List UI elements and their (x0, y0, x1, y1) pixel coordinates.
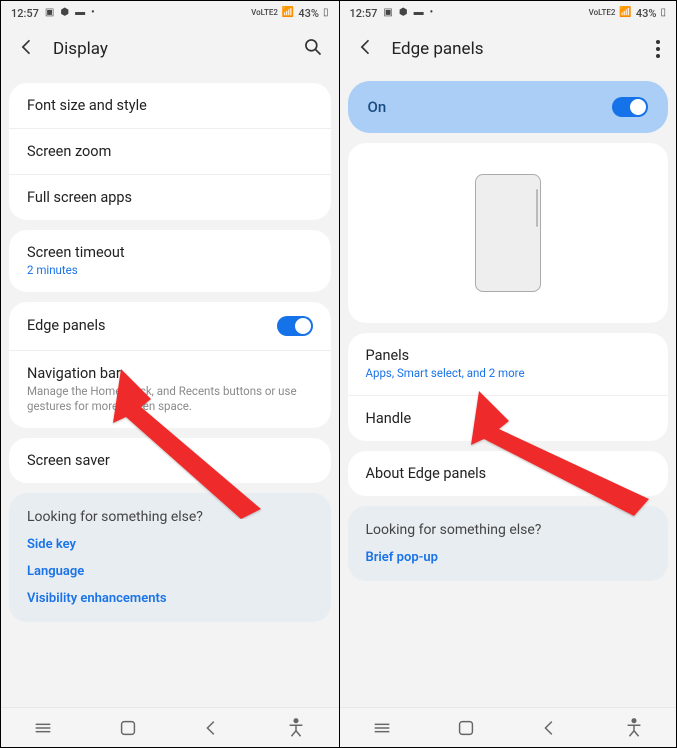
display-settings-screen: 12:57 ▣ ⬢ ▬ • VoLTE2 📶 43% ▯ Display Fon… (1, 1, 339, 747)
battery-icon: ▯ (323, 8, 329, 18)
header: Display (1, 25, 339, 73)
master-toggle[interactable]: On (348, 81, 669, 133)
accessibility-button[interactable] (623, 717, 645, 739)
nav-bar (1, 707, 339, 747)
back-button[interactable] (201, 717, 223, 739)
row-screen-saver[interactable]: Screen saver (9, 438, 331, 483)
card-looking-for: Looking for something else? Side key Lan… (9, 493, 331, 622)
row-label: Font size and style (27, 97, 147, 114)
toggle-switch[interactable] (612, 97, 648, 117)
looking-for-title: Looking for something else? (9, 493, 331, 531)
link-language[interactable]: Language (9, 558, 331, 585)
status-time: 12:57 (11, 7, 39, 20)
nav-bar (340, 707, 677, 747)
content: On Panels Apps, Smart select, and 2 more… (340, 73, 677, 707)
home-button[interactable] (455, 717, 477, 739)
lock-icon: ⬢ (399, 8, 408, 18)
row-screen-zoom[interactable]: Screen zoom (9, 129, 331, 175)
network-icon: VoLTE2 (589, 9, 616, 17)
row-edge-panels[interactable]: Edge panels (9, 302, 331, 351)
battery-text: 43% (636, 7, 657, 20)
row-label: Handle (366, 410, 412, 427)
row-sublabel: Apps, Smart select, and 2 more (366, 366, 651, 381)
back-icon[interactable] (17, 37, 37, 61)
overflow-menu-icon[interactable] (656, 40, 660, 58)
more-icon: • (91, 8, 95, 18)
row-label: Panels (366, 347, 651, 364)
row-label: Full screen apps (27, 189, 132, 206)
card-edge-nav: Edge panels Navigation bar Manage the Ho… (9, 302, 331, 428)
signal-icon: 📶 (619, 8, 631, 18)
recents-button[interactable] (371, 717, 393, 739)
looking-for-title: Looking for something else? (348, 506, 669, 544)
card-looking-for: Looking for something else? Brief pop-up (348, 506, 669, 581)
row-label: Navigation bar (27, 365, 313, 382)
page-title: Edge panels (392, 39, 484, 59)
row-label: Screen timeout (27, 244, 313, 261)
status-bar: 12:57 ▣ ⬢ ▬ • VoLTE2 📶 43% ▯ (340, 1, 677, 25)
edge-panels-toggle[interactable] (277, 316, 313, 336)
chat-icon: ▬ (75, 8, 85, 18)
card-screensaver: Screen saver (9, 438, 331, 483)
row-label: Screen saver (27, 452, 110, 469)
network-icon: VoLTE2 (251, 9, 278, 17)
status-bar: 12:57 ▣ ⬢ ▬ • VoLTE2 📶 43% ▯ (1, 1, 339, 25)
card-about: About Edge panels (348, 451, 669, 496)
recents-button[interactable] (32, 717, 54, 739)
status-time: 12:57 (350, 7, 378, 20)
row-font-size[interactable]: Font size and style (9, 83, 331, 129)
chat-icon: ▬ (414, 8, 424, 18)
link-side-key[interactable]: Side key (9, 531, 331, 558)
toggle-label: On (368, 98, 387, 116)
accessibility-button[interactable] (285, 717, 307, 739)
row-label: Screen zoom (27, 143, 111, 160)
row-fullscreen-apps[interactable]: Full screen apps (9, 175, 331, 220)
search-icon[interactable] (303, 37, 323, 61)
content: Font size and style Screen zoom Full scr… (1, 73, 339, 707)
card-timeout: Screen timeout 2 minutes (9, 230, 331, 292)
camera-icon: ▣ (383, 8, 392, 18)
row-panels[interactable]: Panels Apps, Smart select, and 2 more (348, 333, 669, 396)
battery-icon: ▯ (660, 8, 666, 18)
card-panels: Panels Apps, Smart select, and 2 more Ha… (348, 333, 669, 441)
link-visibility[interactable]: Visibility enhancements (9, 585, 331, 622)
row-about[interactable]: About Edge panels (348, 451, 669, 496)
link-brief-popup[interactable]: Brief pop-up (348, 544, 669, 581)
back-button[interactable] (539, 717, 561, 739)
signal-icon: 📶 (282, 8, 294, 18)
phone-preview-icon (475, 174, 541, 292)
row-label: Edge panels (27, 317, 105, 334)
battery-text: 43% (298, 7, 319, 20)
page-title: Display (53, 39, 108, 59)
more-icon: • (430, 8, 434, 18)
row-navigation-bar[interactable]: Navigation bar Manage the Home, Back, an… (9, 351, 331, 428)
preview-card (348, 143, 669, 323)
header: Edge panels (340, 25, 677, 73)
row-handle[interactable]: Handle (348, 396, 669, 441)
row-screen-timeout[interactable]: Screen timeout 2 minutes (9, 230, 331, 292)
camera-icon: ▣ (45, 8, 54, 18)
edge-panels-screen: 12:57 ▣ ⬢ ▬ • VoLTE2 📶 43% ▯ Edge panels… (339, 1, 677, 747)
home-button[interactable] (117, 717, 139, 739)
back-icon[interactable] (356, 37, 376, 61)
row-sublabel: 2 minutes (27, 263, 313, 278)
row-sublabel: Manage the Home, Back, and Recents butto… (27, 384, 313, 414)
card-display-basics: Font size and style Screen zoom Full scr… (9, 83, 331, 220)
lock-icon: ⬢ (60, 8, 69, 18)
row-label: About Edge panels (366, 465, 487, 482)
